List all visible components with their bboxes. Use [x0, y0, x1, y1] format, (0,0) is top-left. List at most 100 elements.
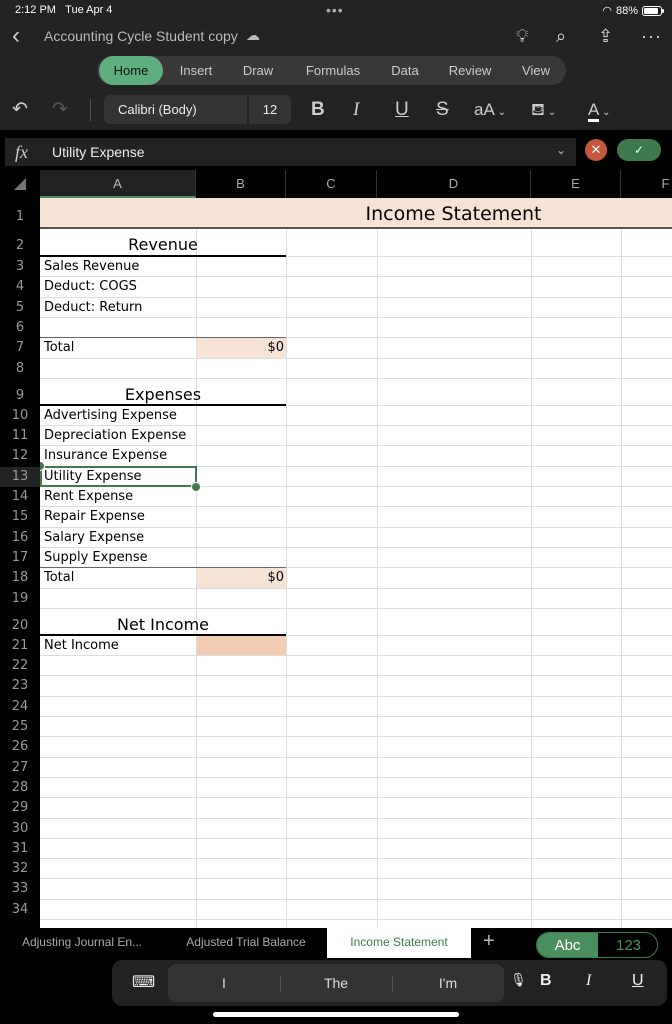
tab-view[interactable]: View	[511, 56, 561, 85]
strikethrough-button[interactable]: S	[436, 98, 449, 122]
section-header[interactable]: Net Income	[40, 609, 286, 636]
select-all-corner[interactable]	[14, 178, 26, 190]
row-header[interactable]: 6	[0, 318, 40, 338]
row-header[interactable]: 16	[0, 528, 40, 548]
row-header[interactable]: 32	[0, 859, 40, 879]
account-label[interactable]: Salary Expense	[40, 528, 196, 548]
row-header[interactable]: 20	[0, 609, 40, 636]
confirm-edit-button[interactable]: ✓	[617, 139, 661, 161]
more-icon[interactable]: ···	[641, 26, 662, 47]
font-color-button[interactable]: A ⌄	[588, 98, 611, 125]
column-header-d[interactable]: D	[377, 170, 531, 198]
row-header[interactable]: 14	[0, 487, 40, 507]
kb-underline-button[interactable]: U	[632, 972, 644, 990]
account-label[interactable]: Total	[40, 568, 196, 588]
font-name-select[interactable]: Calibri (Body)	[104, 95, 247, 124]
search-icon[interactable]: ⌕	[556, 26, 566, 47]
prediction-2[interactable]: The	[280, 964, 392, 1002]
account-label[interactable]: Advertising Expense	[40, 406, 196, 426]
row-header[interactable]: 27	[0, 758, 40, 778]
tab-review[interactable]: Review	[439, 56, 501, 85]
row-header[interactable]: 2	[0, 229, 40, 257]
row-header[interactable]: 31	[0, 839, 40, 859]
tab-formulas[interactable]: Formulas	[295, 56, 371, 85]
row-header[interactable]: 33	[0, 879, 40, 899]
row-header[interactable]: 4	[0, 277, 40, 297]
tab-draw[interactable]: Draw	[233, 56, 283, 85]
document-title[interactable]: Accounting Cycle Student copy	[44, 28, 238, 44]
add-sheet-button[interactable]: +	[483, 930, 495, 953]
formula-input[interactable]: Utility Expense	[52, 144, 145, 160]
total-value[interactable]: $0	[197, 568, 286, 588]
font-size-select[interactable]: 12	[249, 95, 291, 124]
row-header[interactable]: 25	[0, 717, 40, 737]
numeric-mode-button[interactable]: 123	[598, 933, 657, 957]
row-header[interactable]: 1	[0, 198, 40, 229]
section-header[interactable]: Expenses	[40, 379, 286, 406]
row-header[interactable]: 23	[0, 676, 40, 696]
tab-home[interactable]: Home	[99, 56, 163, 85]
kb-italic-button[interactable]: I	[586, 972, 591, 990]
account-label[interactable]: Net Income	[40, 636, 196, 656]
row-header[interactable]: 17	[0, 548, 40, 568]
row-header[interactable]: 5	[0, 298, 40, 318]
column-header-a[interactable]: A	[40, 170, 196, 198]
row-header[interactable]: 30	[0, 819, 40, 839]
column-header-c[interactable]: C	[286, 170, 377, 198]
spreadsheet-grid[interactable]: Income Statement Revenue Sales Revenue Dedu…	[40, 198, 672, 928]
keyboard-icon[interactable]: ⌨	[132, 972, 155, 992]
share-icon[interactable]: ⇪	[598, 26, 613, 47]
row-header[interactable]: 3	[0, 257, 40, 277]
tab-insert[interactable]: Insert	[169, 56, 223, 85]
row-header[interactable]: 34	[0, 900, 40, 920]
account-label[interactable]: Sales Revenue	[40, 257, 196, 277]
keyboard-mode-toggle[interactable]: Abc 123	[536, 932, 658, 958]
bold-button[interactable]: B	[311, 98, 325, 122]
dictation-icon[interactable]: 🎙︎	[510, 972, 527, 988]
account-label[interactable]: Total	[40, 338, 196, 358]
row-header[interactable]: 29	[0, 798, 40, 818]
row-header[interactable]: 22	[0, 656, 40, 676]
row-header[interactable]: 24	[0, 697, 40, 717]
column-header-f[interactable]: F	[621, 170, 672, 198]
row-header[interactable]: 7	[0, 338, 40, 358]
row-header[interactable]: 28	[0, 778, 40, 798]
expand-formula-chevron-icon[interactable]: ⌄	[556, 143, 566, 157]
account-label[interactable]: Rent Expense	[40, 487, 196, 507]
cancel-edit-button[interactable]: ✕	[585, 139, 607, 161]
account-label[interactable]: Supply Expense	[40, 548, 196, 568]
prediction-1[interactable]: I	[168, 964, 280, 1002]
sheet-tab-adjusting-journal[interactable]: Adjusting Journal En...	[8, 928, 156, 956]
account-label[interactable]: Deduct: Return	[40, 298, 196, 318]
cell-selection[interactable]	[40, 465, 197, 487]
underline-button[interactable]: U	[395, 98, 409, 122]
fill-color-button[interactable]: ⛾ ⌄	[531, 98, 556, 125]
account-label[interactable]: Repair Expense	[40, 507, 196, 527]
account-label[interactable]: Deduct: COGS	[40, 277, 196, 297]
multitask-dots[interactable]: •••	[326, 2, 344, 18]
lightbulb-icon[interactable]: 💡︎	[516, 26, 529, 47]
row-header[interactable]: 9	[0, 379, 40, 406]
tab-data[interactable]: Data	[381, 56, 429, 85]
prediction-3[interactable]: I'm	[392, 964, 504, 1002]
font-size-adjust-button[interactable]: aA ⌄	[474, 98, 506, 125]
row-header[interactable]: 11	[0, 426, 40, 446]
row-header[interactable]: 12	[0, 446, 40, 466]
row-header[interactable]: 21	[0, 636, 40, 656]
redo-icon[interactable]: ↷	[52, 98, 68, 122]
sheet-tab-income-statement[interactable]: Income Statement	[327, 928, 471, 958]
account-label[interactable]: Depreciation Expense	[40, 426, 196, 446]
italic-button[interactable]: I	[353, 98, 359, 122]
row-header[interactable]: 8	[0, 359, 40, 379]
row-header[interactable]: 26	[0, 737, 40, 757]
sheet-title[interactable]: Income Statement	[286, 198, 621, 229]
back-button[interactable]: ‹	[12, 24, 20, 48]
row-header[interactable]: 13	[0, 466, 40, 487]
total-value[interactable]: $0	[197, 338, 286, 358]
account-label[interactable]: Insurance Expense	[40, 446, 196, 466]
sheet-tab-adjusted-trial-balance[interactable]: Adjusted Trial Balance	[172, 928, 320, 956]
row-header[interactable]: 10	[0, 406, 40, 426]
row-header[interactable]: 19	[0, 589, 40, 609]
section-header[interactable]: Revenue	[40, 229, 286, 257]
row-header[interactable]: 15	[0, 507, 40, 527]
